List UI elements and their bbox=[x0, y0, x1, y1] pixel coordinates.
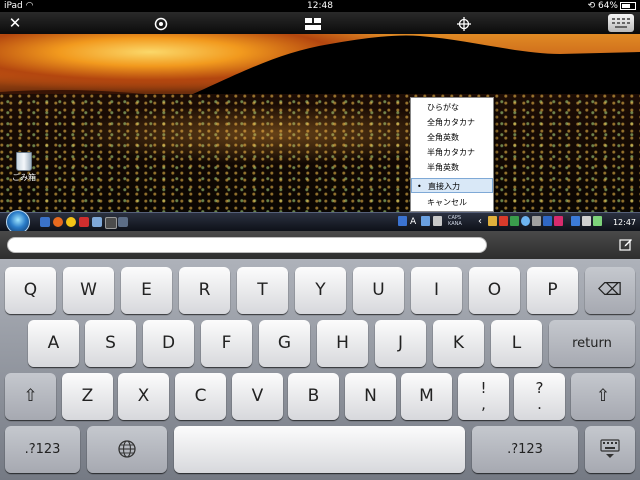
recycle-bin-icon bbox=[16, 152, 32, 171]
remote-toolbar: ✕ bbox=[0, 12, 640, 35]
key-b[interactable]: B bbox=[288, 373, 339, 420]
hide-keyboard-key[interactable] bbox=[585, 426, 635, 473]
kana-label: KANA bbox=[448, 221, 462, 227]
tray-icon-6[interactable] bbox=[543, 216, 552, 226]
keyboard-toggle-icon[interactable] bbox=[608, 14, 634, 32]
key-exclaim-label: ! bbox=[480, 379, 487, 397]
caps-kana-indicator: CAPS KANA bbox=[448, 215, 462, 227]
close-button[interactable]: ✕ bbox=[4, 12, 26, 34]
language-bar-icon[interactable] bbox=[398, 216, 407, 226]
ime-item-direct-input[interactable]: • 直接入力 bbox=[411, 178, 493, 193]
lock-rotation-icon: ⟲ bbox=[587, 1, 596, 11]
tray-expand-arrow[interactable]: ‹ bbox=[478, 215, 482, 229]
status-time: 12:48 bbox=[307, 1, 333, 11]
key-question-period[interactable]: ? . bbox=[514, 373, 565, 420]
key-w[interactable]: W bbox=[63, 267, 114, 314]
key-l[interactable]: L bbox=[491, 320, 542, 367]
shift-right-key[interactable]: ⇧ bbox=[571, 373, 635, 420]
shift-left-key[interactable]: ⇧ bbox=[5, 373, 56, 420]
hide-keyboard-icon bbox=[600, 439, 620, 458]
key-r[interactable]: R bbox=[179, 267, 230, 314]
key-j[interactable]: J bbox=[375, 320, 426, 367]
key-c[interactable]: C bbox=[175, 373, 226, 420]
app-red-icon[interactable] bbox=[79, 217, 89, 227]
return-key[interactable]: return bbox=[549, 320, 635, 367]
app-blue-icon[interactable] bbox=[92, 217, 102, 227]
key-x[interactable]: X bbox=[118, 373, 169, 420]
screen-layout-icon[interactable] bbox=[302, 12, 324, 34]
show-desktop-icon[interactable] bbox=[40, 217, 50, 227]
taskbar-clock[interactable]: 12:47 bbox=[613, 213, 636, 232]
volume-icon[interactable] bbox=[582, 216, 591, 226]
key-m[interactable]: M bbox=[401, 373, 452, 420]
firefox-icon[interactable] bbox=[53, 217, 63, 227]
app-grey-icon[interactable] bbox=[118, 217, 128, 227]
key-comma-label: , bbox=[481, 395, 486, 413]
ios-status-bar: iPad ◠ 12:48 ⟲ 64% bbox=[0, 0, 640, 12]
ime-item-zenkaku-eisu[interactable]: 全角英数 bbox=[411, 130, 493, 145]
move-crosshair-icon[interactable] bbox=[453, 12, 475, 34]
ime-item-hankaku-katakana[interactable]: 半角カタカナ bbox=[411, 145, 493, 160]
ime-item-zenkaku-katakana[interactable]: 全角カタカナ bbox=[411, 115, 493, 130]
key-f[interactable]: F bbox=[201, 320, 252, 367]
battery-icon bbox=[620, 1, 636, 10]
numbers-right-key[interactable]: .?123 bbox=[472, 426, 578, 473]
globe-key[interactable] bbox=[87, 426, 167, 473]
battery-percent: 64% bbox=[597, 1, 618, 11]
ime-item-hankaku-eisu[interactable]: 半角英数 bbox=[411, 160, 493, 175]
ime-item-cancel[interactable]: キャンセル bbox=[411, 195, 493, 210]
backspace-key[interactable]: ⌫ bbox=[585, 267, 635, 314]
tray-icon-5[interactable] bbox=[532, 216, 541, 226]
key-y[interactable]: Y bbox=[295, 267, 346, 314]
windows-taskbar: A CAPS KANA ‹ 12:47 bbox=[0, 210, 640, 234]
key-t[interactable]: T bbox=[237, 267, 288, 314]
key-exclaim-comma[interactable]: ! , bbox=[458, 373, 509, 420]
key-o[interactable]: O bbox=[469, 267, 520, 314]
tray-icon-1[interactable] bbox=[488, 216, 497, 226]
numbers-left-key[interactable]: .?123 bbox=[5, 426, 80, 473]
ime-mode-menu: ひらがな 全角カタカナ 全角英数 半角カタカナ 半角英数 • 直接入力 キャンセ… bbox=[410, 97, 494, 212]
power-icon[interactable] bbox=[593, 216, 602, 226]
key-period-label: . bbox=[537, 395, 542, 413]
ime-item-hiragana[interactable]: ひらがな bbox=[411, 100, 493, 115]
text-input-field[interactable] bbox=[7, 237, 487, 253]
key-e[interactable]: E bbox=[121, 267, 172, 314]
globe-icon bbox=[118, 440, 136, 458]
space-key[interactable] bbox=[174, 426, 465, 473]
key-s[interactable]: S bbox=[85, 320, 136, 367]
key-d[interactable]: D bbox=[143, 320, 194, 367]
key-question-label: ? bbox=[535, 379, 544, 397]
onscreen-keyboard: Q W E R T Y U I O P ⌫ A S D F G H J K L … bbox=[0, 259, 640, 480]
tray-icon-3[interactable] bbox=[510, 216, 519, 226]
network-icon[interactable] bbox=[571, 216, 580, 226]
ime-help-icon[interactable] bbox=[433, 216, 442, 226]
selected-bullet-icon: • bbox=[417, 182, 422, 191]
remote-desktop-view[interactable]: ごみ箱 bbox=[0, 34, 640, 212]
ime-a-indicator[interactable]: A bbox=[410, 215, 416, 229]
tray-icon-2[interactable] bbox=[499, 216, 508, 226]
key-p[interactable]: P bbox=[527, 267, 578, 314]
key-u[interactable]: U bbox=[353, 267, 404, 314]
recycle-bin-label: ごみ箱 bbox=[12, 173, 36, 182]
tray-icon-4[interactable] bbox=[521, 216, 530, 226]
key-i[interactable]: I bbox=[411, 267, 462, 314]
status-right: ⟲ 64% bbox=[588, 0, 636, 12]
key-g[interactable]: G bbox=[259, 320, 310, 367]
key-z[interactable]: Z bbox=[62, 373, 113, 420]
tray-icon-7[interactable] bbox=[554, 216, 563, 226]
recycle-bin-shortcut[interactable]: ごみ箱 bbox=[12, 152, 36, 183]
key-q[interactable]: Q bbox=[5, 267, 56, 314]
key-a[interactable]: A bbox=[28, 320, 79, 367]
text-entry-bar bbox=[0, 231, 640, 259]
app-window-icon[interactable] bbox=[105, 217, 117, 229]
key-k[interactable]: K bbox=[433, 320, 484, 367]
chrome-icon[interactable] bbox=[66, 217, 76, 227]
key-n[interactable]: N bbox=[345, 373, 396, 420]
compose-icon[interactable] bbox=[619, 237, 633, 251]
ime-tool-icon[interactable] bbox=[421, 216, 430, 226]
key-v[interactable]: V bbox=[232, 373, 283, 420]
ime-item-direct-input-label: 直接入力 bbox=[428, 182, 460, 191]
key-h[interactable]: H bbox=[317, 320, 368, 367]
settings-icon[interactable] bbox=[150, 12, 172, 34]
